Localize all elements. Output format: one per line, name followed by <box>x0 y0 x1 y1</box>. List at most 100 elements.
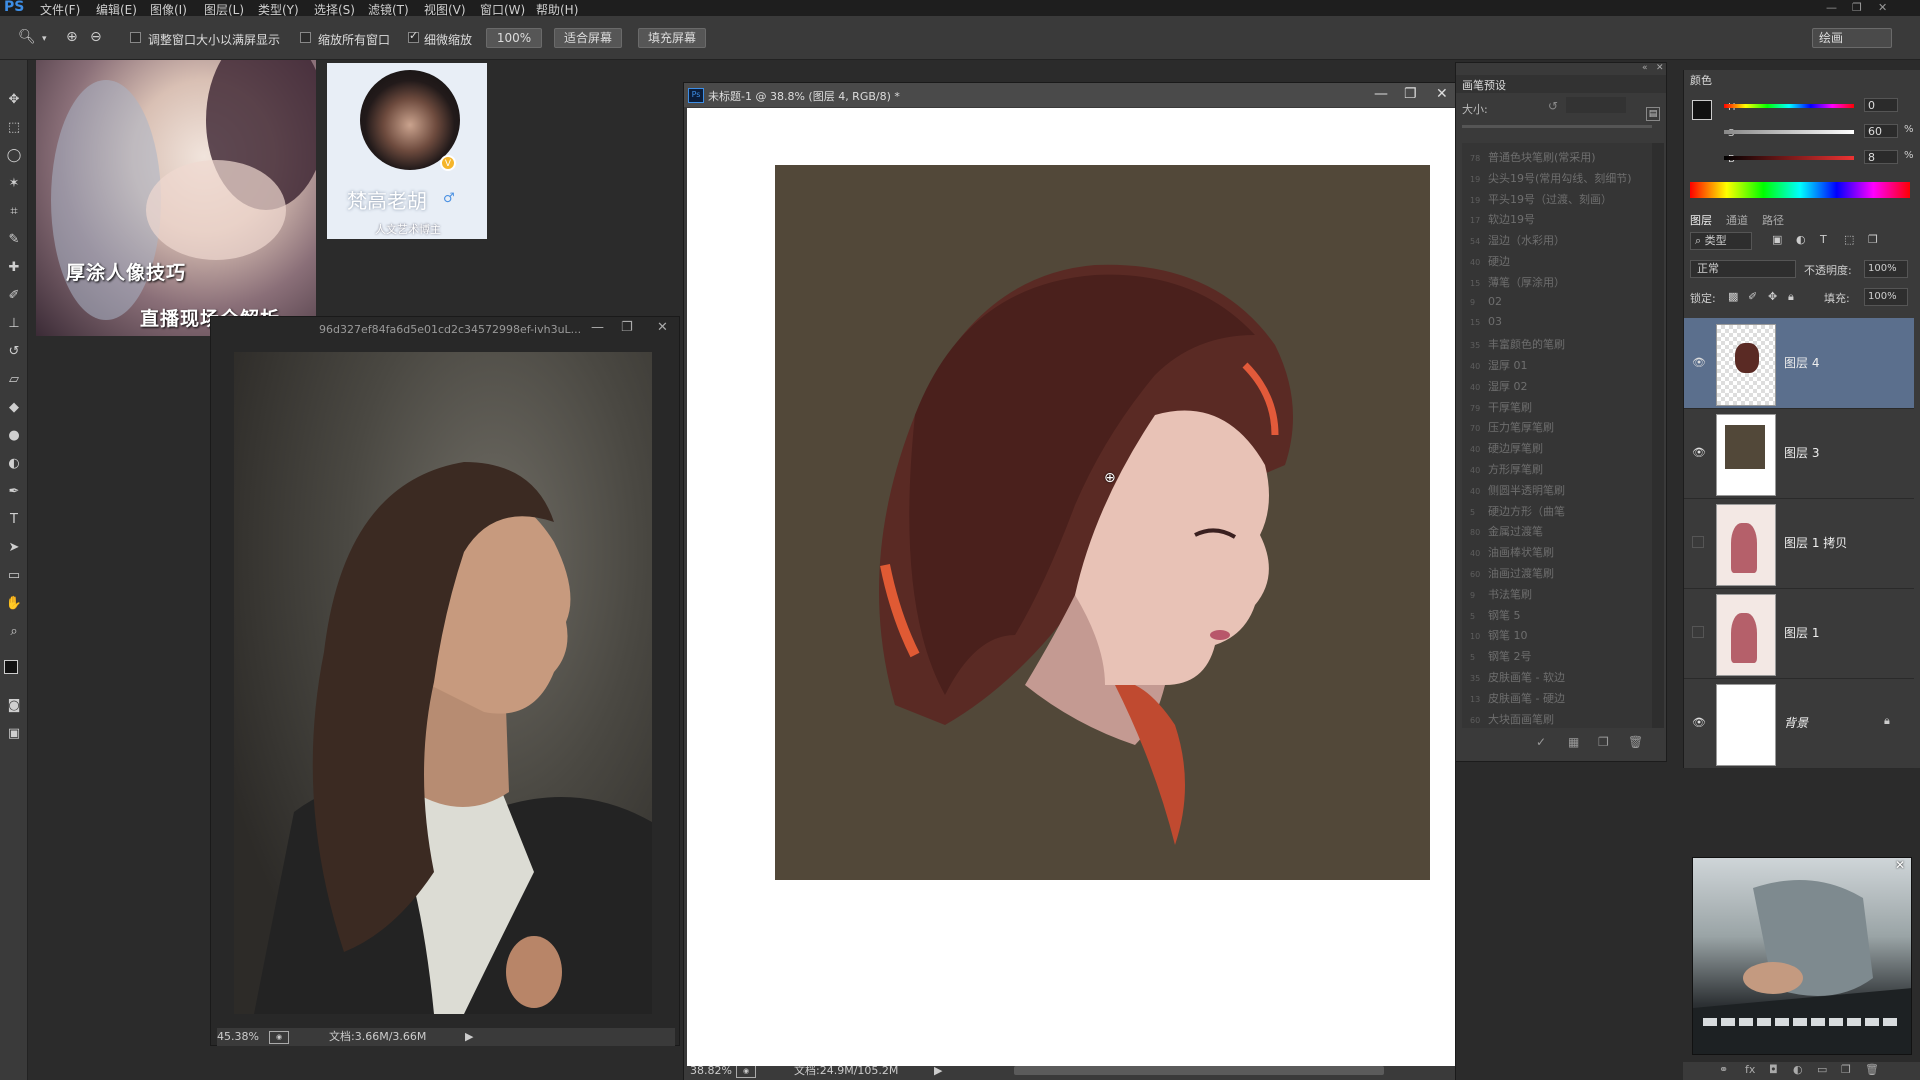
reference-zoom-level[interactable]: 45.38% <box>217 1028 259 1046</box>
layer-row-1-copy[interactable]: 图层 1 拷贝 <box>1684 498 1914 589</box>
actual-pixels-button[interactable]: 100% <box>486 28 542 48</box>
opacity-field[interactable]: 100% <box>1864 260 1908 278</box>
brush-preset-item[interactable]: 60 大块面画笔刷 <box>1470 711 1554 727</box>
brush-preset-item[interactable]: 17 软边19号 <box>1470 211 1535 227</box>
brush-list-scrollbar[interactable] <box>1652 143 1664 728</box>
delete-brush-icon[interactable]: 🗑︎ <box>1628 735 1643 749</box>
dodge-tool-icon[interactable]: ◐ <box>4 454 24 474</box>
layer-name[interactable]: 图层 1 拷贝 <box>1784 534 1847 551</box>
filter-type-icon[interactable]: T <box>1820 233 1827 246</box>
magic-wand-tool-icon[interactable]: ✶ <box>4 174 24 194</box>
layer-name[interactable]: 图层 1 <box>1784 624 1819 641</box>
zoom-tool-panel-icon[interactable]: ⌕ <box>4 622 24 642</box>
brightness-value[interactable]: 8 <box>1864 150 1898 164</box>
color-foreground-swatch[interactable] <box>1692 100 1712 120</box>
brush-preset-item[interactable]: 40 侧圆半透明笔刷 <box>1470 482 1565 498</box>
brush-size-slider[interactable] <box>1462 125 1652 128</box>
healing-brush-tool-icon[interactable]: ✚ <box>4 258 24 278</box>
tab-channels[interactable]: 通道 <box>1726 212 1748 228</box>
blend-mode-select[interactable]: 正常 <box>1690 260 1796 278</box>
layer-name[interactable]: 背景 <box>1784 714 1808 731</box>
visibility-toggle-off[interactable] <box>1692 626 1704 638</box>
eraser-tool-icon[interactable]: ▱ <box>4 370 24 390</box>
brush-preset-item[interactable]: 13 皮肤画笔 - 硬边 <box>1470 690 1565 706</box>
paint-bucket-tool-icon[interactable]: ◆ <box>4 398 24 418</box>
tab-paths[interactable]: 路径 <box>1762 212 1784 228</box>
lock-all-icon[interactable]: 🔒︎ <box>1788 290 1794 304</box>
reset-size-icon[interactable]: ↺ <box>1548 99 1558 113</box>
brush-preset-item[interactable]: 9 书法笔刷 <box>1470 586 1532 602</box>
rectangle-tool-icon[interactable]: ▭ <box>4 566 24 586</box>
reference-restore-icon[interactable]: ❐ <box>621 320 633 335</box>
hue-slider[interactable] <box>1724 104 1854 108</box>
brush-preset-item[interactable]: 54 湿边（水彩用） <box>1470 232 1565 248</box>
layer-style-icon[interactable]: fx <box>1745 1063 1755 1076</box>
zoom-tool-icon[interactable]: 🔍︎ <box>18 29 36 45</box>
brush-preset-item[interactable]: 15 薄笔（厚涂用） <box>1470 274 1565 290</box>
pen-tool-icon[interactable]: ✒ <box>4 482 24 502</box>
quick-mask-icon[interactable]: ◙ <box>4 696 24 716</box>
link-layers-icon[interactable]: ⚭ <box>1719 1063 1728 1076</box>
layer-name[interactable]: 图层 3 <box>1784 444 1819 461</box>
move-tool-icon[interactable]: ✥ <box>4 90 24 110</box>
reference-minimize-icon[interactable]: — <box>591 320 604 335</box>
scrubby-zoom-checkbox[interactable] <box>408 29 419 43</box>
reference-close-icon[interactable]: ✕ <box>657 320 668 335</box>
brush-preset-item[interactable]: 5 硬边方形（曲笔 <box>1470 503 1565 519</box>
brush-panel-toggle-icon[interactable]: ▤ <box>1646 107 1660 121</box>
brush-preset-item[interactable]: 9 02 <box>1470 295 1502 308</box>
main-close-icon[interactable]: ✕ <box>1436 86 1448 102</box>
path-selection-tool-icon[interactable]: ➤ <box>4 538 24 558</box>
visibility-eye-icon[interactable]: 👁︎ <box>1692 716 1706 729</box>
blur-tool-icon[interactable]: ● <box>4 426 24 446</box>
fit-screen-button[interactable]: 适合屏幕 <box>554 28 622 48</box>
brush-preset-item[interactable]: 70 压力笔厚笔刷 <box>1470 419 1554 435</box>
brush-tool-icon[interactable]: ✐ <box>4 286 24 306</box>
workspace-select[interactable]: 绘画 <box>1812 28 1892 48</box>
brush-preset-item[interactable]: 80 金属过渡笔 <box>1470 523 1543 539</box>
screen-mode-icon[interactable]: ▣ <box>4 724 24 744</box>
brush-preset-item[interactable]: 78 普通色块笔刷(常采用) <box>1470 149 1596 165</box>
webcam-close-icon[interactable]: ✕ <box>1895 858 1905 872</box>
layer-mask-icon[interactable]: ◘ <box>1769 1063 1778 1076</box>
panel-close-icon[interactable]: ✕ <box>1656 63 1664 73</box>
filter-adjustment-icon[interactable]: ◐ <box>1796 233 1806 246</box>
fill-screen-button[interactable]: 填充屏幕 <box>638 28 706 48</box>
brush-preset-item[interactable]: 40 油画棒状笔刷 <box>1470 544 1554 560</box>
main-restore-icon[interactable]: ❐ <box>1404 86 1417 102</box>
hand-tool-icon[interactable]: ✋ <box>4 594 24 614</box>
foreground-color-swatch[interactable] <box>4 660 18 674</box>
filter-smart-object-icon[interactable]: ❐ <box>1868 233 1878 246</box>
layer-filter-select[interactable]: ⌕ 类型 <box>1690 232 1752 250</box>
brush-preset-item[interactable]: 35 丰富颜色的笔刷 <box>1470 336 1565 352</box>
brush-preset-item[interactable]: 19 尖头19号(常用勾线、刻细节) <box>1470 170 1632 186</box>
new-group-icon[interactable]: ▭ <box>1817 1063 1827 1076</box>
layer-row-background[interactable]: 👁︎ 背景 🔒︎ <box>1684 678 1914 769</box>
lasso-tool-icon[interactable]: ◯ <box>4 146 24 166</box>
panel-collapse-icon[interactable]: « <box>1642 63 1648 73</box>
layer-name[interactable]: 图层 4 <box>1784 354 1819 371</box>
new-layer-icon[interactable]: ❐ <box>1841 1063 1851 1076</box>
horizontal-scrollbar[interactable] <box>1014 1066 1384 1075</box>
brush-grid-icon[interactable]: ▦ <box>1568 735 1579 749</box>
color-spectrum-ramp[interactable] <box>1690 182 1910 198</box>
brush-preset-item[interactable]: 5 钢笔 2号 <box>1470 648 1532 664</box>
lock-transparency-icon[interactable]: ▩ <box>1728 290 1738 303</box>
main-minimize-icon[interactable]: — <box>1374 86 1388 102</box>
layer-row-4[interactable]: 👁︎ 图层 4 <box>1684 318 1914 409</box>
brush-preset-item[interactable]: 79 干厚笔刷 <box>1470 399 1532 415</box>
tab-color[interactable]: 颜色 <box>1690 72 1712 88</box>
layer-row-3[interactable]: 👁︎ 图层 3 <box>1684 408 1914 499</box>
brightness-slider[interactable] <box>1724 156 1854 160</box>
zoom-all-windows-checkbox[interactable] <box>300 32 311 43</box>
brush-preset-item[interactable]: 40 湿厚 02 <box>1470 378 1528 394</box>
zoom-out-icon[interactable]: ⊖ <box>90 29 102 45</box>
brush-preset-item[interactable]: 10 钢笔 10 <box>1470 627 1528 643</box>
tab-layers[interactable]: 图层 <box>1690 212 1712 228</box>
brush-preset-item[interactable]: 40 湿厚 01 <box>1470 357 1528 373</box>
status-menu-arrow-icon[interactable]: ▶ <box>465 1028 473 1046</box>
brush-preset-item[interactable]: 35 皮肤画笔 - 软边 <box>1470 669 1565 685</box>
main-window-titlebar[interactable]: Ps 未标题-1 @ 38.8% (图层 4, RGB/8) * — ❐ ✕ <box>684 83 1455 107</box>
filter-shape-icon[interactable]: ⬚ <box>1844 233 1854 246</box>
app-minimize-icon[interactable]: — <box>1826 1 1837 14</box>
